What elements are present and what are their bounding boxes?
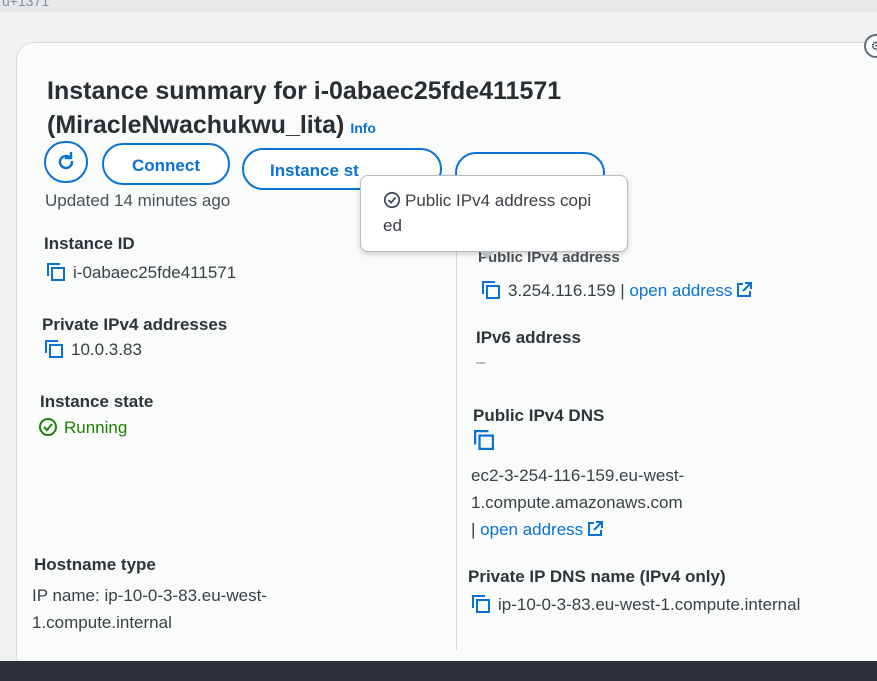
tooltip-text-1: Public IPv4 address copi — [405, 191, 592, 210]
private-dns-label: Private IP DNS name (IPv4 only) — [468, 567, 726, 586]
instance-id-text: i-0abaec25fde411571 — [73, 263, 237, 282]
title-instance-name: (MiracleNwachukwu_lita) — [47, 111, 345, 139]
ipv6-value: – — [476, 352, 486, 371]
hostname-type-label: Hostname type — [34, 555, 156, 574]
tooltip-text-2: ed — [383, 216, 402, 235]
public-dns-open: | open address — [471, 516, 684, 543]
title-line-2: (MiracleNwachukwu_lita) Info — [47, 108, 561, 145]
public-dns-label: Public IPv4 DNS — [473, 406, 605, 425]
instance-id-value: i-0abaec25fde411571 — [47, 263, 236, 283]
copy-icon[interactable] — [47, 263, 65, 281]
copy-icon[interactable] — [474, 430, 494, 450]
tooltip-arrow — [479, 251, 495, 259]
separator: | — [620, 281, 625, 300]
column-divider — [456, 250, 457, 650]
instance-state-label: Instance state — [40, 392, 154, 411]
connect-button[interactable]: Connect — [102, 143, 230, 185]
top-fragment-text: u+1371 — [2, 0, 50, 9]
updated-text: Updated 14 minutes ago — [45, 191, 231, 210]
open-address-link[interactable]: open address — [480, 520, 583, 539]
check-circle-icon — [39, 418, 57, 436]
external-link-icon[interactable] — [587, 521, 604, 537]
hostname-type-value: IP name: ip-10-0-3-83.eu-west- 1.compute… — [32, 582, 267, 636]
hostname-line-1: IP name: ip-10-0-3-83.eu-west- — [32, 586, 267, 605]
tooltip-line-1: Public IPv4 address copi — [383, 188, 609, 213]
instance-id-label: Instance ID — [44, 234, 135, 253]
public-ipv4-value: 3.254.116.159 | open address — [482, 281, 753, 301]
copy-icon[interactable] — [472, 595, 490, 613]
private-ipv4-text: 10.0.3.83 — [71, 340, 142, 359]
check-circle-icon — [383, 191, 401, 209]
open-address-link[interactable]: open address — [629, 281, 732, 300]
info-link[interactable]: Info — [350, 120, 376, 136]
bottom-bar — [0, 661, 877, 681]
ipv6-label: IPv6 address — [476, 328, 581, 347]
public-ipv4-label: Public IPv4 address — [478, 252, 620, 266]
public-dns-copy — [474, 430, 494, 455]
public-dns-line-1: ec2-3-254-116-159.eu-west- — [471, 466, 685, 485]
page-title: Instance summary for i-0abaec25fde411571… — [47, 74, 561, 145]
public-dns-value: ec2-3-254-116-159.eu-west- 1.compute.ama… — [471, 462, 684, 543]
external-link-icon[interactable] — [736, 282, 753, 298]
running-text: Running — [64, 418, 128, 437]
refresh-button[interactable] — [44, 141, 88, 183]
copy-icon[interactable] — [45, 340, 63, 358]
public-dns-line-2: 1.compute.amazonaws.com — [471, 493, 683, 512]
private-ipv4-value: 10.0.3.83 — [45, 340, 142, 360]
private-dns-text: ip-10-0-3-83.eu-west-1.compute.internal — [498, 595, 801, 614]
instance-state-value: Running — [38, 417, 127, 438]
public-ipv4-text: 3.254.116.159 — [508, 281, 616, 300]
top-strip: u+1371 — [0, 0, 877, 12]
title-line-1: Instance summary for i-0abaec25fde411571 — [47, 77, 562, 105]
refresh-icon — [58, 151, 74, 170]
copy-icon[interactable] — [482, 281, 500, 299]
hostname-line-2: 1.compute.internal — [32, 613, 172, 632]
private-dns-value: ip-10-0-3-83.eu-west-1.compute.internal — [472, 595, 800, 615]
copied-tooltip: Public IPv4 address copi ed — [360, 175, 628, 259]
private-ipv4-label: Private IPv4 addresses — [42, 315, 228, 334]
separator: | — [471, 520, 476, 539]
